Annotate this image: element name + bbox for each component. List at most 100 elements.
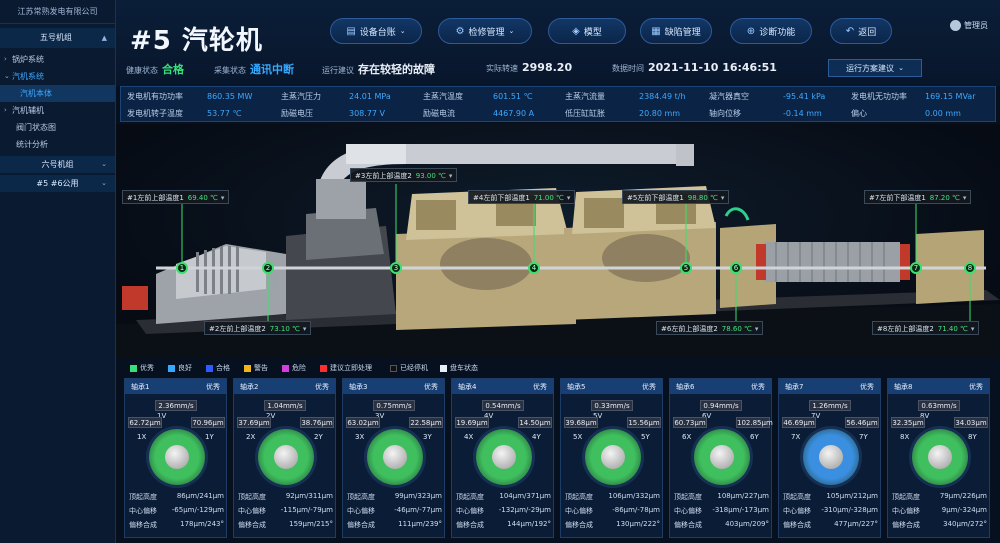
x-amplitude: 37.69μm xyxy=(237,417,271,428)
peak-height-row: 顶起高度 105μm/212μm xyxy=(783,492,878,502)
sidebar-item-turbine-aux[interactable]: › 汽机辅机 xyxy=(0,102,115,119)
bearing-panel-3[interactable]: 轴承3 优秀 0.75mm/s 3V 63.02μm 22.58μm 3X 3Y 顶起高度 99μ… xyxy=(342,378,445,538)
temp-tag-7[interactable]: #7左前下部温度1 87.20 ℃ ▾ xyxy=(864,190,972,204)
peak-height-row: 顶起高度 106μm/332μm xyxy=(565,492,660,502)
metric-value: 20.80 mm xyxy=(639,109,681,118)
combined-offset-row: 偏移合成 403μm/209° xyxy=(674,520,769,530)
bearing-gauge xyxy=(258,429,314,485)
button-label: 缺陷管理 xyxy=(664,27,701,38)
health-status: 健康状态 合格 xyxy=(126,61,184,77)
metric-value: 308.77 V xyxy=(349,109,386,118)
legend-item: 合格 xyxy=(206,363,230,373)
bearing-panel-8[interactable]: 轴承8 优秀 0.63mm/s 8V 32.35μm 34.03μm 8X 8Y 顶起高度 79μ… xyxy=(887,378,990,538)
button-label: 返回 xyxy=(858,27,877,38)
tag-label: #6左前上部温度2 xyxy=(661,325,718,333)
speed-value: 2998.20 xyxy=(522,61,573,74)
metrics-row-1: 发电机有功功率 860.35 MW 主蒸汽压力 24.01 MPa 主蒸汽温度 … xyxy=(121,88,997,105)
back-arrow-icon: ↶ xyxy=(845,25,855,37)
sidebar-group-common[interactable]: #5 #6公用 ⌄ xyxy=(0,175,115,192)
defect-management-button[interactable]: ▦ 缺陷管理 xyxy=(640,18,712,44)
button-label: 诊断功能 xyxy=(759,27,796,38)
tag-value: 71.40 ℃ xyxy=(937,325,968,333)
row-label: 中心偏移 xyxy=(892,507,920,515)
bearing-panel-7[interactable]: 轴承7 优秀 1.26mm/s 7V 46.69μm 56.46μm 7X 7Y 顶起高度 105… xyxy=(778,378,881,538)
row-value: 92μm/311μm xyxy=(285,492,333,500)
bearing-panel-1[interactable]: 轴承1 优秀 2.36mm/s 1V 62.72μm 70.96μm 1X 1Y 顶起高度 86μ… xyxy=(124,378,227,538)
shaft-position-dot xyxy=(165,445,189,469)
row-label: 偏移合成 xyxy=(892,521,920,529)
bearing-panel-header: 轴承5 优秀 xyxy=(561,379,662,394)
row-value: 86μm/241μm xyxy=(176,492,224,500)
bearing-marker-3[interactable]: 3 xyxy=(390,262,402,274)
sidebar-group-unit5[interactable]: 五号机组 ▲ xyxy=(0,28,115,48)
bearing-gauge xyxy=(367,429,423,485)
chevron-right-icon: › xyxy=(4,106,7,114)
temp-tag-8[interactable]: #8左前上部温度2 71.40 ℃ ▾ xyxy=(872,321,980,335)
temp-tag-1[interactable]: #1左前上部温度1 69.40 ℃ ▾ xyxy=(122,190,230,204)
collect-value: 通讯中断 xyxy=(250,63,294,76)
bearing-gauge xyxy=(912,429,968,485)
user-menu[interactable]: 管理员 xyxy=(950,20,988,31)
row-label: 偏移合成 xyxy=(238,521,266,529)
model-button[interactable]: ◈ 模型 xyxy=(548,18,626,44)
metric-label: 轴向位移 xyxy=(709,109,741,118)
combined-offset-row: 偏移合成 130μm/222° xyxy=(565,520,660,530)
advice-label: 运行建议 xyxy=(322,66,354,75)
row-value: 477μm/227° xyxy=(834,520,878,528)
diagnosis-button[interactable]: ⊕ 诊断功能 xyxy=(730,18,812,44)
row-label: 中心偏移 xyxy=(783,507,811,515)
app-root: 江苏常熟发电有限公司 五号机组 ▲ › 锅炉系统 ⌄ 汽机系统 汽机本体 › 汽机辅机 … xyxy=(0,0,1000,543)
sidebar-item-turbine-body[interactable]: 汽机本体 xyxy=(0,85,115,102)
row-value: 130μm/222° xyxy=(616,520,660,528)
bearing-marker-2[interactable]: 2 xyxy=(262,262,274,274)
bearing-marker-6[interactable]: 6 xyxy=(730,262,742,274)
bearing-marker-1[interactable]: 1 xyxy=(176,262,188,274)
combined-offset-row: 偏移合成 144μm/192° xyxy=(456,520,551,530)
back-button[interactable]: ↶ 返回 xyxy=(830,18,892,44)
temp-tag-5[interactable]: #5左前下部温度1 98.80 ℃ ▾ xyxy=(622,190,730,204)
bearing-grade: 优秀 xyxy=(206,382,220,391)
maintenance-button[interactable]: ⚙ 检修管理 ⌄ xyxy=(438,18,532,44)
bearing-panel-header: 轴承6 优秀 xyxy=(670,379,771,394)
row-value: 340μm/272° xyxy=(943,520,987,528)
temp-tag-2[interactable]: #2左前上部温度2 73.10 ℃ ▾ xyxy=(204,321,312,335)
metric-label: 主蒸汽压力 xyxy=(281,92,321,101)
operation-advice-button[interactable]: 运行方案建议 ⌄ xyxy=(828,59,922,77)
legend-item: 警告 xyxy=(244,363,268,373)
bearing-grade: 优秀 xyxy=(969,382,983,391)
bearing-grade: 优秀 xyxy=(315,382,329,391)
temp-tag-4[interactable]: #4左前下部温度1 71.00 ℃ ▾ xyxy=(468,190,576,204)
sidebar-item-valve-status[interactable]: 阀门状态图 xyxy=(0,119,115,136)
sidebar-item-statistics[interactable]: 统计分析 xyxy=(0,136,115,153)
sidebar-group-label: 五号机组 xyxy=(40,33,72,42)
temp-tag-6[interactable]: #6左前上部温度2 78.60 ℃ ▾ xyxy=(656,321,764,335)
tag-label: #5左前下部温度1 xyxy=(627,194,684,202)
bearing-panel-4[interactable]: 轴承4 优秀 0.54mm/s 4V 19.69μm 14.50μm 4X 4Y 顶起高度 104… xyxy=(451,378,554,538)
temp-tag-3[interactable]: #3左前上部温度2 93.00 ℃ ▾ xyxy=(350,168,458,182)
sidebar-group-unit6[interactable]: 六号机组 ⌄ xyxy=(0,156,115,173)
bearing-panel-header: 轴承1 优秀 xyxy=(125,379,226,394)
bearing-marker-5[interactable]: 5 xyxy=(680,262,692,274)
x-axis-label: 7X xyxy=(791,433,801,441)
shaft-position-dot xyxy=(928,445,952,469)
ledger-button[interactable]: ▤ 设备台账 ⌄ xyxy=(330,18,422,44)
metric-label: 凝汽器真空 xyxy=(709,92,749,101)
sidebar-item-boiler[interactable]: › 锅炉系统 xyxy=(0,51,115,68)
bearing-marker-8[interactable]: 8 xyxy=(964,262,976,274)
y-amplitude: 15.56μm xyxy=(627,417,661,428)
metric-label: 励磁电流 xyxy=(423,109,455,118)
turbine-3d-scene[interactable]: #1左前上部温度1 69.40 ℃ ▾ #2左前上部温度2 73.10 ℃ ▾ #3左前… xyxy=(116,124,1000,358)
sidebar-item-turbine-system[interactable]: ⌄ 汽机系统 xyxy=(0,68,115,85)
bearing-panel-6[interactable]: 轴承6 优秀 0.94mm/s 6V 60.73μm 102.85μm 6X 6Y 顶起高度 10… xyxy=(669,378,773,538)
bearing-marker-4[interactable]: 4 xyxy=(528,262,540,274)
bearing-panel-5[interactable]: 轴承5 优秀 0.33mm/s 5V 39.68μm 15.56μm 5X 5Y 顶起高度 106… xyxy=(560,378,663,538)
chevron-down-icon: ⌄ xyxy=(399,27,406,35)
speed-label: 实际转速 xyxy=(486,64,518,73)
button-label: 设备台账 xyxy=(359,27,396,38)
row-value: 79μm/226μm xyxy=(939,492,987,500)
bearing-marker-7[interactable]: 7 xyxy=(910,262,922,274)
bearing-panel-2[interactable]: 轴承2 优秀 1.04mm/s 2V 37.69μm 38.76μm 2X 2Y 顶起高度 92μ… xyxy=(233,378,336,538)
row-value: 111μm/239° xyxy=(398,520,442,528)
y-amplitude: 56.46μm xyxy=(845,417,879,428)
row-value: 403μm/209° xyxy=(725,520,769,528)
